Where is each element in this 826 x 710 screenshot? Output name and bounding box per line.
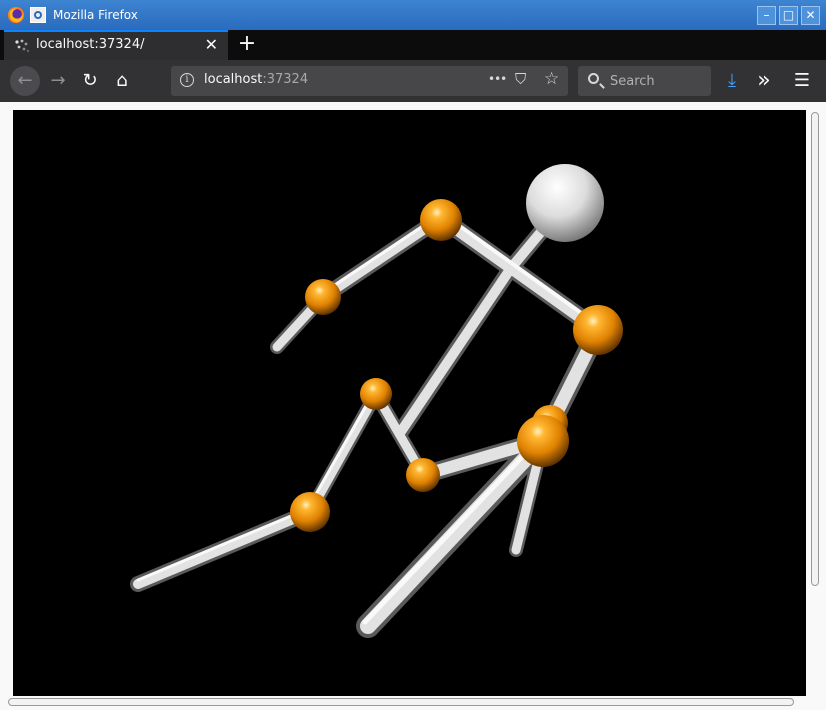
- horizontal-scrollbar[interactable]: [6, 696, 806, 708]
- app-menu-icon[interactable]: [30, 7, 46, 23]
- url-bar[interactable]: i localhost:37324 ••• ⛉ ☆: [171, 66, 568, 96]
- minimize-button[interactable]: –: [757, 6, 776, 25]
- home-button[interactable]: ⌂: [107, 67, 137, 95]
- url-port: :37324: [262, 72, 309, 87]
- bond: [133, 507, 315, 589]
- orange-atom: [406, 458, 440, 492]
- tab-label: localhost:37324/: [36, 37, 145, 52]
- forward-button[interactable]: →: [43, 67, 73, 95]
- hamburger-menu-icon[interactable]: ☰: [787, 67, 817, 95]
- maximize-button[interactable]: □: [779, 6, 798, 25]
- new-tab-button[interactable]: +: [236, 30, 258, 60]
- close-window-button[interactable]: ✕: [801, 6, 820, 25]
- molecule-viewer-canvas[interactable]: [13, 110, 806, 696]
- tab-localhost[interactable]: localhost:37324/ ✕: [4, 30, 228, 60]
- vertical-scrollbar[interactable]: [808, 110, 822, 696]
- download-icon[interactable]: ⤓: [717, 67, 747, 95]
- bond-highlight: [136, 506, 312, 582]
- search-icon: [588, 73, 599, 84]
- bond-highlight: [306, 390, 376, 510]
- overflow-menu-icon[interactable]: »: [749, 67, 779, 95]
- window-title: Mozilla Firefox: [53, 8, 138, 22]
- vertical-scroll-thumb[interactable]: [811, 112, 819, 586]
- orange-atom: [573, 305, 623, 355]
- orange-atom: [305, 279, 341, 315]
- molecule-3d-render: [130, 164, 623, 638]
- orange-atom: [290, 492, 330, 532]
- url-host: localhost: [204, 72, 263, 87]
- site-info-icon[interactable]: i: [180, 73, 194, 87]
- url-text[interactable]: localhost:37324: [204, 72, 308, 87]
- firefox-logo-icon: [7, 6, 25, 24]
- nav-toolbar: ← → ↻ ⌂ i localhost:37324 ••• ⛉ ☆ ⤓ » ☰: [0, 60, 826, 102]
- back-button[interactable]: ←: [10, 66, 40, 96]
- horizontal-scroll-thumb[interactable]: [8, 698, 794, 706]
- pocket-icon[interactable]: ⛉: [515, 70, 526, 88]
- tab-close-button[interactable]: ✕: [205, 35, 218, 54]
- page-actions-icon[interactable]: •••: [488, 72, 507, 86]
- reload-button[interactable]: ↻: [75, 67, 105, 95]
- orange-atom: [517, 415, 569, 467]
- bookmark-star-icon[interactable]: ☆: [544, 69, 559, 89]
- window-titlebar: Mozilla Firefox – □ ✕: [0, 0, 826, 30]
- orange-atom: [360, 378, 392, 410]
- white-atom: [526, 164, 604, 242]
- page-content: [0, 102, 826, 710]
- tab-bar: localhost:37324/ ✕ +: [0, 30, 826, 60]
- bond-layer: [130, 195, 608, 638]
- loading-favicon-icon: [15, 39, 30, 53]
- bond: [395, 263, 516, 438]
- search-box[interactable]: [578, 66, 711, 96]
- bond: [305, 389, 381, 517]
- orange-atom: [420, 199, 462, 241]
- search-input[interactable]: [610, 66, 706, 96]
